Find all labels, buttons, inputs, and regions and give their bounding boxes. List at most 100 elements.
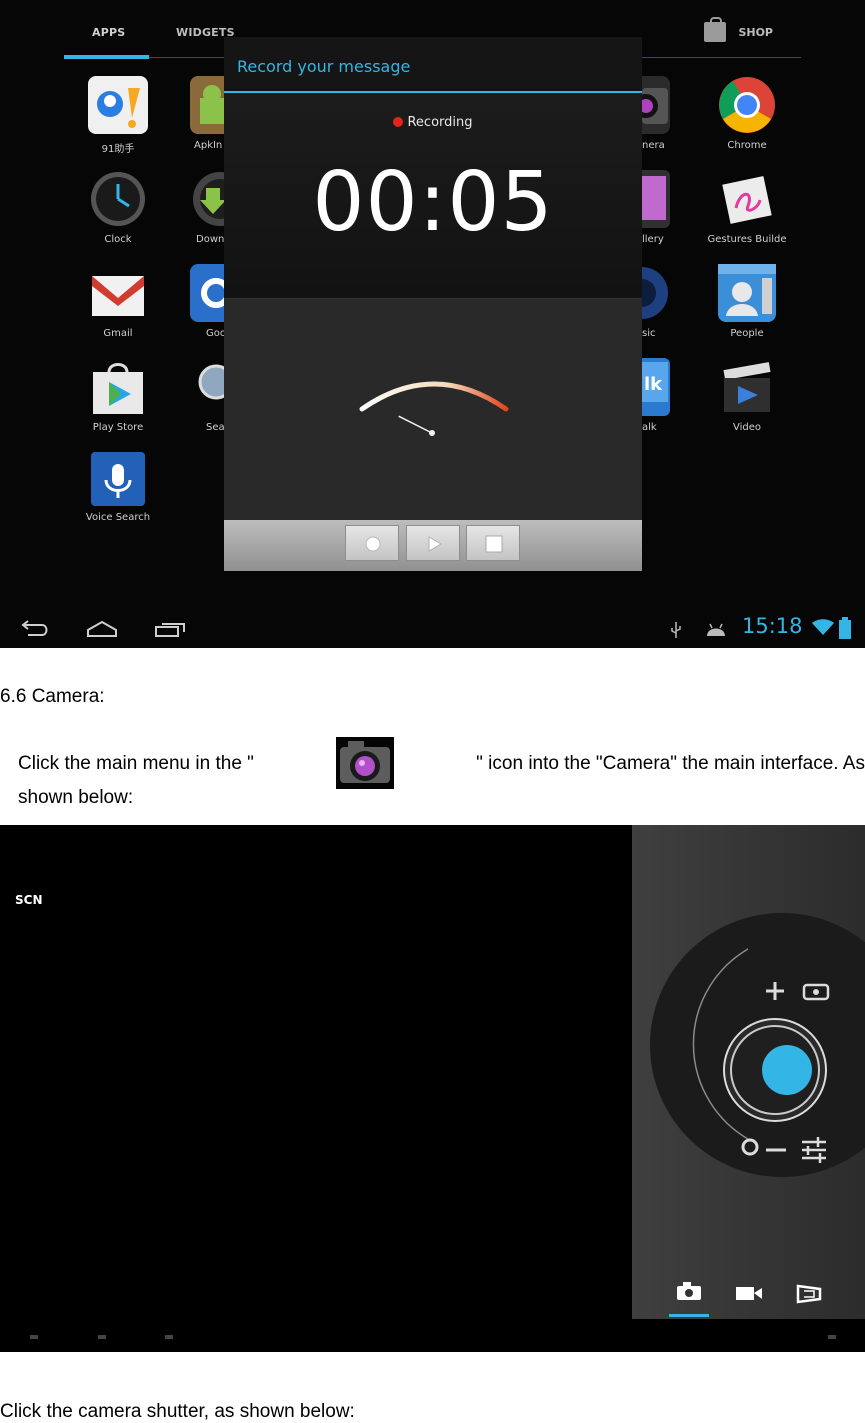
app-chrome[interactable]: Chrome (697, 76, 797, 151)
app-label: Sea (206, 422, 224, 433)
dialog-title: Record your message (224, 37, 642, 93)
android-debug-icon (707, 623, 725, 636)
apk-installer-icon (190, 76, 224, 134)
recent-apps-icon[interactable] (154, 620, 186, 638)
system-navigation-bar: 15:18 (0, 604, 865, 648)
record-button[interactable] (345, 525, 399, 561)
app-label: Chrome (727, 140, 767, 151)
record-icon (365, 536, 381, 552)
91-assistant-icon (88, 76, 148, 134)
app-gallery[interactable]: llery (642, 170, 682, 245)
app-camera[interactable]: nera (634, 76, 682, 151)
status-clock: 15:18 (742, 614, 803, 638)
app-music[interactable]: sic (616, 264, 682, 339)
app-search[interactable]: Sea (190, 358, 234, 433)
gestures-builder-icon (718, 170, 776, 228)
nav-dot-recent (165, 1335, 173, 1339)
stop-button[interactable] (466, 525, 520, 561)
app-label: Video (732, 422, 762, 433)
section-heading: 6.6 Camera: (0, 686, 105, 707)
battery-icon (839, 617, 851, 639)
talk-icon: lk (642, 358, 670, 416)
instruction-line-2: shown below: (18, 787, 134, 808)
camera-mode-indicator (669, 1314, 709, 1317)
app-label: Clock (104, 234, 132, 245)
play-icon (428, 536, 442, 552)
app-clock[interactable]: Clock (68, 170, 168, 245)
play-button[interactable] (406, 525, 460, 561)
scene-mode-label[interactable]: SCN (15, 893, 43, 907)
camera-icon (634, 76, 670, 134)
app-label: Goo (206, 328, 224, 339)
recording-status: Recording (224, 115, 642, 130)
voice-search-icon (91, 452, 145, 506)
nav-dot-back (30, 1335, 38, 1339)
panorama-mode-icon (796, 1284, 822, 1304)
vu-meter-panel (224, 298, 642, 520)
app-drawer-screenshot: APPS WIDGETS SHOP 91助手 ApkIn nera Chrome (0, 0, 865, 648)
recording-status-label: Recording (407, 115, 473, 130)
home-icon[interactable] (86, 620, 118, 638)
app-voice-search[interactable]: Voice Search (68, 452, 168, 523)
tab-apps[interactable]: APPS (92, 26, 125, 39)
camera-mode-icon (677, 1282, 701, 1300)
app-label: alk (642, 422, 657, 433)
app-people[interactable]: People (697, 264, 797, 339)
gallery-icon (642, 170, 670, 228)
video-mode-icon (736, 1287, 762, 1300)
app-downloads[interactable]: Down (190, 170, 247, 245)
recorder-controls (224, 520, 642, 571)
shop-label: SHOP (738, 25, 773, 39)
gmail-icon (89, 264, 147, 322)
camera-app-icon (336, 737, 395, 789)
app-91-assistant[interactable]: 91助手 (68, 76, 168, 155)
instruction-text-before-icon: Click the main menu in the " (18, 752, 254, 774)
settings-sliders-icon (802, 1137, 826, 1163)
app-label: Play Store (92, 422, 144, 433)
back-icon[interactable] (20, 620, 50, 638)
app-video[interactable]: Video (697, 358, 797, 433)
camera-control-panel (632, 825, 865, 1319)
shutter-button (762, 1045, 812, 1095)
app-label: 91助手 (101, 144, 135, 155)
app-label: Gmail (103, 328, 133, 339)
instruction-line-1: Click the main menu in the " " icon into… (18, 737, 865, 789)
app-gmail[interactable]: Gmail (68, 264, 168, 339)
camera-control-wheel (650, 913, 865, 1304)
google-icon (190, 264, 231, 322)
app-label: nera (642, 140, 665, 151)
camera-screenshot: SCN (0, 825, 865, 1352)
recording-time-panel: Recording 00:05 (224, 93, 642, 298)
app-label: Gestures Builde (707, 234, 787, 245)
app-gestures-builder[interactable]: Gestures Builde (697, 170, 797, 245)
nav-dot-home (98, 1335, 106, 1339)
shopping-bag-icon (704, 17, 727, 42)
app-label: ApkIn (194, 140, 223, 151)
app-label: Down (196, 234, 224, 245)
shop-button[interactable]: SHOP (704, 17, 773, 42)
shutter-caption: Click the camera shutter, as shown below… (0, 1401, 355, 1422)
app-label: llery (642, 234, 664, 245)
clock-icon (89, 170, 147, 228)
search-icon (190, 358, 234, 416)
nav-dot-menu (828, 1335, 836, 1339)
app-apk-installer[interactable]: ApkIn (190, 76, 224, 151)
record-message-dialog: Record your message Recording 00:05 (224, 37, 642, 571)
tab-apps-indicator (64, 55, 149, 59)
stop-icon (485, 535, 503, 553)
app-talk[interactable]: lk alk (642, 358, 682, 433)
chrome-icon (718, 76, 776, 134)
camera-instructions: Click the main menu in the " " icon into… (18, 737, 865, 814)
svg-text:lk: lk (644, 374, 663, 395)
vu-meter-icon (359, 381, 509, 436)
app-play-store[interactable]: Play Store (68, 358, 168, 433)
wifi-icon (812, 619, 834, 635)
app-google[interactable]: Goo (190, 264, 231, 339)
app-label: sic (642, 328, 656, 339)
app-label: People (730, 328, 764, 339)
usb-icon (671, 622, 681, 638)
music-icon (616, 264, 670, 322)
recording-dot-icon (393, 117, 404, 127)
recording-timer: 00:05 (312, 155, 554, 250)
downloads-icon (190, 170, 247, 228)
